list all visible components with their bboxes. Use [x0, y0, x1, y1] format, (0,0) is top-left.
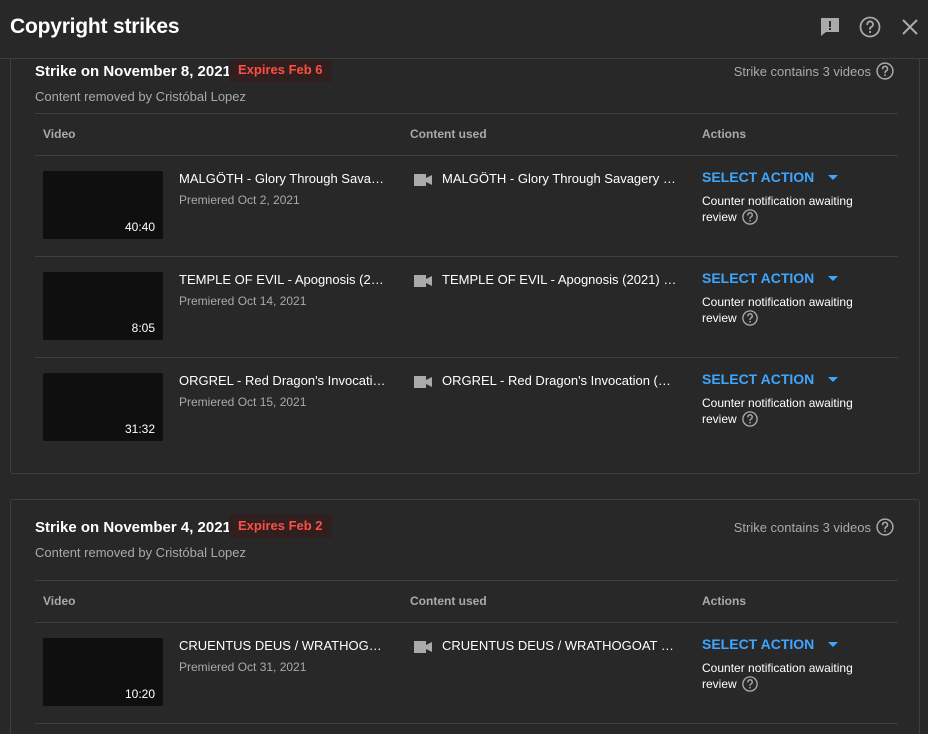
select-action-button[interactable]: SELECT ACTION — [702, 636, 839, 652]
column-content-used: Content used — [410, 127, 487, 141]
caret-down-icon — [828, 641, 839, 647]
column-video: Video — [43, 127, 76, 141]
select-action-label: SELECT ACTION — [702, 169, 815, 185]
premiered-date: Premiered Oct 14, 2021 — [179, 294, 307, 308]
select-action-button[interactable]: SELECT ACTION — [702, 371, 839, 387]
help-icon[interactable] — [875, 61, 895, 81]
video-title[interactable]: TEMPLE OF EVIL - Apognosis (2021) Full A… — [179, 272, 387, 287]
expires-badge: Expires Feb 2 — [229, 514, 332, 538]
video-camera-icon — [414, 641, 432, 653]
help-icon[interactable] — [875, 517, 895, 537]
table-row: 31:32 ORGREL - Red Dragon's Invocation (… — [35, 357, 898, 458]
column-actions: Actions — [702, 127, 747, 141]
video-duration: 10:20 — [122, 687, 157, 701]
strike-title: Strike on November 8, 2021 — [35, 63, 231, 80]
video-camera-icon — [414, 376, 432, 388]
removed-by-text: Content removed by Cristóbal Lopez — [35, 89, 247, 104]
table-header: Video Content used Actions — [35, 113, 898, 156]
table-row: 8:05 TEMPLE OF EVIL - Apognosis (2021) F… — [35, 256, 898, 358]
counter-notification-status: Counter notification awaiting review — [702, 294, 872, 328]
strike-contains-text: Strike contains 3 videos — [733, 519, 871, 535]
select-action-button[interactable]: SELECT ACTION — [702, 270, 839, 286]
help-icon[interactable] — [741, 675, 759, 693]
video-duration: 40:40 — [122, 220, 157, 234]
strike-contains: Strike contains 3 videos — [734, 61, 895, 81]
select-action-label: SELECT ACTION — [702, 371, 815, 387]
premiered-date: Premiered Oct 15, 2021 — [179, 395, 307, 409]
strikes-list: Strike on November 8, 2021 Expires Feb 6… — [0, 59, 928, 734]
video-thumbnail[interactable]: 40:40 — [43, 171, 163, 239]
counter-notification-status: Counter notification awaiting review — [702, 660, 872, 694]
strike-card: Strike on November 8, 2021 Expires Feb 6… — [10, 59, 920, 474]
strike-title: Strike on November 4, 2021 — [35, 519, 231, 536]
video-title[interactable]: MALGÖTH - Glory Through Savagery (2021) … — [179, 171, 387, 186]
status-text: Counter notification awaiting review — [702, 396, 853, 427]
table-row: 10:20 CRUENTUS DEUS / WRATHOGOAT - Allia… — [35, 622, 898, 724]
help-icon[interactable] — [741, 410, 759, 428]
status-text: Counter notification awaiting review — [702, 661, 853, 692]
table-row: 40:40 MALGÖTH - Glory Through Savagery (… — [35, 155, 898, 257]
page-title: Copyright strikes — [10, 15, 180, 38]
strike-card: Strike on November 4, 2021 Expires Feb 2… — [10, 499, 920, 734]
select-action-label: SELECT ACTION — [702, 270, 815, 286]
select-action-label: SELECT ACTION — [702, 636, 815, 652]
caret-down-icon — [828, 174, 839, 180]
video-duration: 31:32 — [122, 422, 157, 436]
caret-down-icon — [828, 376, 839, 382]
close-icon[interactable] — [898, 15, 922, 39]
table-header: Video Content used Actions — [35, 580, 898, 623]
video-title[interactable]: ORGREL - Red Dragon's Invocation (2021) … — [179, 373, 387, 388]
content-used-title: MALGÖTH - Glory Through Savagery (2021) … — [442, 171, 678, 186]
counter-notification-status: Counter notification awaiting review — [702, 395, 872, 429]
column-actions: Actions — [702, 594, 747, 608]
help-icon[interactable] — [741, 208, 759, 226]
video-camera-icon — [414, 275, 432, 287]
column-content-used: Content used — [410, 594, 487, 608]
video-duration: 8:05 — [129, 321, 157, 335]
premiered-date: Premiered Oct 2, 2021 — [179, 193, 300, 207]
video-title[interactable]: CRUENTUS DEUS / WRATHOGOAT - Alliance (2… — [179, 638, 387, 653]
help-icon[interactable] — [741, 309, 759, 327]
video-thumbnail[interactable]: 10:20 — [43, 638, 163, 706]
removed-by-text: Content removed by Cristóbal Lopez — [35, 545, 247, 560]
content-used-title: TEMPLE OF EVIL - Apognosis (2021) Full A… — [442, 272, 678, 287]
strike-contains: Strike contains 3 videos — [734, 517, 895, 537]
help-icon[interactable] — [858, 15, 882, 39]
caret-down-icon — [828, 275, 839, 281]
feedback-icon[interactable] — [818, 15, 842, 39]
column-video: Video — [43, 594, 76, 608]
content-used-title: CRUENTUS DEUS / WRATHOGOAT - Alliance (2… — [442, 638, 678, 653]
video-thumbnail[interactable]: 8:05 — [43, 272, 163, 340]
status-text: Counter notification awaiting review — [702, 295, 853, 326]
content-used-title: ORGREL - Red Dragon's Invocation (2021) … — [442, 373, 678, 388]
select-action-button[interactable]: SELECT ACTION — [702, 169, 839, 185]
expires-badge: Expires Feb 6 — [229, 59, 332, 82]
status-text: Counter notification awaiting review — [702, 194, 853, 225]
premiered-date: Premiered Oct 31, 2021 — [179, 660, 307, 674]
dialog-header: Copyright strikes — [0, 0, 928, 59]
counter-notification-status: Counter notification awaiting review — [702, 193, 872, 227]
strike-contains-text: Strike contains 3 videos — [733, 63, 871, 79]
video-camera-icon — [414, 174, 432, 186]
video-thumbnail[interactable]: 31:32 — [43, 373, 163, 441]
